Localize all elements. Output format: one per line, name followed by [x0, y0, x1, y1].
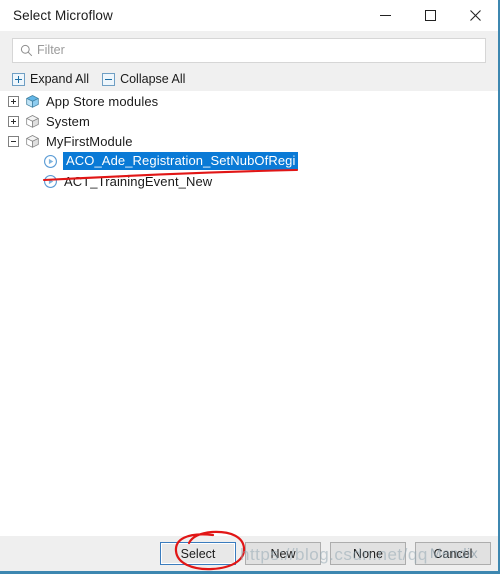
- tree-item-system[interactable]: System: [0, 111, 498, 131]
- tree-item-label: System: [46, 113, 90, 129]
- minus-box-icon: [102, 72, 116, 86]
- expand-plus-icon[interactable]: [8, 95, 19, 107]
- module-icon: [26, 114, 39, 128]
- none-button[interactable]: None: [330, 542, 406, 565]
- microflow-icon: [44, 154, 57, 168]
- collapse-all-label: Collapse All: [120, 72, 186, 86]
- new-button[interactable]: New: [245, 542, 321, 565]
- search-input[interactable]: [37, 40, 485, 61]
- close-button[interactable]: [453, 0, 498, 31]
- maximize-button[interactable]: [408, 0, 453, 31]
- filter-bar[interactable]: [12, 38, 486, 63]
- maximize-icon: [425, 10, 436, 21]
- close-icon: [470, 10, 481, 21]
- minimize-button[interactable]: [363, 0, 408, 31]
- microflow-icon: [44, 174, 57, 188]
- expand-all-button[interactable]: Expand All: [12, 72, 89, 86]
- expand-plus-icon[interactable]: [8, 115, 19, 127]
- toolbar: Expand All Collapse All: [0, 31, 498, 91]
- collapse-minus-icon[interactable]: [8, 135, 19, 147]
- microflow-tree[interactable]: App Store modules System MyFirstModule A…: [0, 91, 498, 536]
- tree-item-app-store-modules[interactable]: App Store modules: [0, 91, 498, 111]
- title-bar: Select Microflow: [0, 0, 498, 31]
- expand-collapse-row: Expand All Collapse All: [12, 70, 486, 88]
- search-icon: [15, 44, 37, 57]
- tree-item-label: ACT_TrainingEvent_New: [64, 173, 213, 189]
- tree-item-microflow[interactable]: ACT_TrainingEvent_New: [0, 171, 498, 191]
- tree-item-label: MyFirstModule: [46, 133, 133, 149]
- tree-item-myfirstmodule[interactable]: MyFirstModule: [0, 131, 498, 151]
- module-icon: [26, 94, 39, 108]
- tree-item-label: ACO_Ade_Registration_SetNubOfRegi: [63, 152, 299, 170]
- select-button[interactable]: Select: [160, 542, 236, 565]
- page-title: Select Microflow: [13, 8, 113, 23]
- select-microflow-dialog: Select Microflow Filter Expand All Colla…: [0, 0, 500, 574]
- cancel-button[interactable]: Cancel: [415, 542, 491, 565]
- expand-all-label: Expand All: [30, 72, 90, 86]
- dialog-footer: Select New None Cancel: [0, 536, 498, 571]
- collapse-all-button[interactable]: Collapse All: [102, 72, 185, 86]
- plus-box-icon: [12, 72, 25, 86]
- tree-item-microflow-selected[interactable]: ACO_Ade_Registration_SetNubOfRegi: [0, 151, 498, 171]
- minimize-icon: [380, 15, 391, 16]
- tree-item-label: App Store modules: [46, 93, 159, 109]
- window-controls: [363, 0, 498, 31]
- module-icon: [26, 134, 39, 148]
